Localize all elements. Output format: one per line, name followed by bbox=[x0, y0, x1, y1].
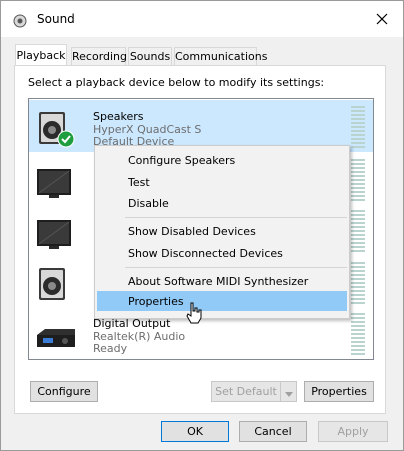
check-icon bbox=[57, 130, 75, 148]
properties-button[interactable]: Properties bbox=[304, 381, 374, 402]
close-icon bbox=[376, 10, 388, 29]
menu-item-test[interactable]: Test bbox=[128, 176, 150, 189]
cancel-button[interactable]: Cancel bbox=[239, 421, 307, 442]
menu-separator bbox=[125, 217, 347, 218]
instruction-text: Select a playback device below to modify… bbox=[28, 76, 325, 89]
context-menu: Configure Speakers Test Disable Show Dis… bbox=[94, 145, 350, 319]
tab-sounds[interactable]: Sounds bbox=[128, 47, 172, 66]
tab-recording[interactable]: Recording bbox=[71, 47, 127, 66]
set-default-button[interactable]: Set Default bbox=[211, 381, 281, 402]
device-name: Speakers bbox=[93, 110, 144, 123]
tab-communications[interactable]: Communications bbox=[174, 47, 267, 66]
apply-button[interactable]: Apply bbox=[318, 421, 388, 442]
menu-item-show-disabled[interactable]: Show Disabled Devices bbox=[128, 225, 256, 238]
menu-item-about-midi[interactable]: About Software MIDI Synthesizer bbox=[128, 275, 308, 288]
menu-item-disable[interactable]: Disable bbox=[128, 197, 169, 210]
window-title: Sound bbox=[37, 12, 75, 26]
set-default-dropdown[interactable] bbox=[280, 381, 297, 402]
menu-separator bbox=[125, 267, 347, 268]
monitor-icon bbox=[35, 212, 77, 254]
volume-meter bbox=[351, 159, 365, 201]
configure-button[interactable]: Configure bbox=[30, 381, 98, 402]
menu-item-configure-speakers[interactable]: Configure Speakers bbox=[128, 154, 235, 167]
chevron-down-icon bbox=[284, 382, 293, 401]
device-status: Ready bbox=[93, 342, 128, 355]
ok-button[interactable]: OK bbox=[161, 421, 229, 442]
speaker-icon bbox=[13, 13, 27, 28]
title-bar: Sound bbox=[1, 1, 403, 37]
monitor-icon bbox=[35, 161, 77, 203]
hand-cursor-icon bbox=[186, 302, 202, 324]
volume-meter bbox=[351, 210, 365, 252]
close-button[interactable] bbox=[363, 3, 401, 35]
menu-item-show-disconnected[interactable]: Show Disconnected Devices bbox=[128, 247, 283, 260]
speaker-icon bbox=[35, 264, 77, 306]
volume-meter bbox=[351, 262, 365, 304]
volume-meter bbox=[351, 313, 365, 355]
receiver-icon bbox=[35, 315, 77, 357]
volume-meter bbox=[351, 106, 365, 148]
menu-item-properties[interactable]: Properties bbox=[128, 295, 184, 308]
